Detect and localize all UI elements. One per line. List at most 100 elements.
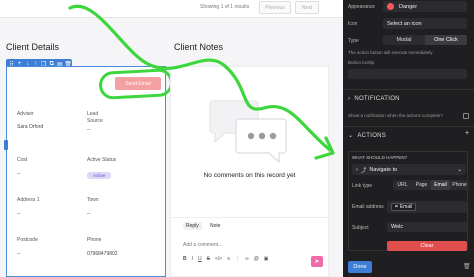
actions-section-header[interactable]: ⌄ ACTIONS: [348, 132, 387, 140]
field-label: Adviser: [17, 111, 34, 117]
comment-composer: Reply Note B I U S </> ≡ ⋮ ∞ @ ▣ ➤: [171, 217, 328, 277]
icon-select[interactable]: Select an icon: [383, 18, 467, 29]
tooltip-input[interactable]: [348, 69, 467, 79]
danger-swatch: [387, 3, 394, 10]
list-icon[interactable]: ≡: [227, 256, 230, 262]
previous-button[interactable]: Previous: [259, 1, 291, 14]
mention-icon[interactable]: @: [254, 256, 259, 262]
type-hint: The action button will execute immediate…: [348, 50, 433, 55]
field-label: Address 1: [17, 197, 40, 203]
field-value: --: [17, 211, 21, 217]
type-toggle: Modal One Click: [383, 35, 467, 45]
phone-field: Phone 07968479802: [87, 237, 157, 257]
app-canvas: Showing 1 of 1 results Previous Next Cli…: [0, 0, 343, 277]
ordered-list-icon[interactable]: ⋮: [235, 256, 240, 262]
link-type-toggle: URL Page Email Phone: [393, 180, 469, 190]
client-details-title: Client Details: [6, 42, 60, 52]
notification-header-label: NOTIFICATION: [354, 96, 400, 102]
chevron-down-icon: ⌄: [457, 166, 462, 173]
appearance-label: Appearance: [348, 4, 375, 10]
subject-input[interactable]: Welc: [387, 222, 467, 232]
empty-comments-icon: [209, 100, 287, 163]
field-label: Phone: [87, 237, 102, 243]
link-icon[interactable]: ∞: [245, 256, 249, 262]
field-label: Town: [87, 197, 99, 203]
image-icon[interactable]: ▣: [264, 256, 269, 262]
send-icon[interactable]: ➤: [311, 256, 323, 267]
town-field: Town --: [87, 197, 157, 217]
email-binding-chip[interactable]: ⌗ Email: [391, 203, 417, 211]
email-address-field[interactable]: ⌗ Email: [387, 201, 467, 213]
link-type-email[interactable]: Email: [431, 180, 450, 190]
notification-label: Show a notification when the actions com…: [348, 113, 443, 118]
strike-icon[interactable]: S: [207, 256, 210, 262]
link-type-phone[interactable]: Phone: [450, 180, 469, 190]
what-should-happen-label: WHAT SHOULD HAPPEN?: [352, 155, 408, 160]
chevron-down-icon: ⌄: [348, 133, 354, 139]
type-option-one-click[interactable]: One Click: [425, 35, 467, 45]
clear-button[interactable]: Clear: [387, 241, 467, 251]
cost-field: Cost --: [17, 157, 87, 177]
underline-icon[interactable]: U: [198, 256, 202, 262]
bold-icon[interactable]: B: [183, 256, 187, 262]
type-option-modal[interactable]: Modal: [383, 35, 425, 45]
format-toolbar: B I U S </> ≡ ⋮ ∞ @ ▣: [183, 256, 269, 262]
done-button[interactable]: Done: [348, 261, 372, 273]
send-email-button[interactable]: Send Email: [115, 77, 161, 90]
field-label: Cost: [17, 157, 28, 163]
lead-source-field: Lead Source --: [87, 111, 157, 133]
chevron-right-icon: ›: [348, 96, 351, 102]
status-badge: Active: [87, 172, 112, 179]
link-type-url[interactable]: URL: [393, 180, 412, 190]
code-icon[interactable]: </>: [215, 256, 222, 262]
tooltip-label: Button tooltip: [348, 60, 375, 65]
active-status-field: Active Status Active: [87, 157, 157, 182]
icon-label: Icon: [348, 21, 358, 27]
tab-reply[interactable]: Reply: [183, 222, 202, 230]
chevron-right-icon: ›: [356, 166, 358, 173]
pagination-bar: Showing 1 of 1 results Previous Next: [0, 0, 343, 18]
notification-checkbox[interactable]: [463, 113, 469, 119]
next-button[interactable]: Next: [295, 1, 319, 14]
field-value: 07968479802: [87, 251, 118, 257]
trash-icon[interactable]: 🗑: [463, 263, 471, 270]
add-action-icon[interactable]: +: [465, 130, 469, 137]
action-value: Navigate to: [369, 166, 398, 173]
field-value: --: [87, 127, 91, 133]
divider: [343, 126, 474, 127]
notification-section-header[interactable]: › NOTIFICATION: [348, 96, 400, 102]
email-chip-label: Email: [399, 204, 413, 210]
appearance-select[interactable]: Danger: [383, 1, 467, 12]
link-type-label: Link type: [352, 183, 373, 189]
icon-select-value: Select an icon: [387, 20, 422, 27]
adviser-field: Adviser Sara Orford: [17, 111, 87, 130]
field-label: Postcode: [17, 237, 38, 243]
client-notes-card: No comments on this record yet Reply Not…: [170, 66, 329, 277]
italic-icon[interactable]: I: [192, 256, 193, 262]
navigate-icon: ⤴: [360, 167, 367, 174]
resize-handle[interactable]: [4, 140, 8, 150]
comment-input[interactable]: [183, 240, 303, 250]
email-address-label: Email address: [352, 204, 384, 210]
divider: [343, 89, 474, 90]
client-notes-title: Client Notes: [174, 42, 224, 52]
binding-icon: ⌗: [395, 204, 398, 210]
type-label: Type: [348, 38, 359, 44]
empty-state-text: No comments on this record yet: [203, 172, 296, 179]
field-value: --: [87, 211, 91, 217]
actions-header-label: ACTIONS: [357, 132, 387, 139]
postcode-field: Postcode --: [17, 237, 87, 257]
field-value: --: [17, 251, 21, 257]
action-select[interactable]: › ⤴ Navigate to ⌄: [352, 164, 466, 175]
link-type-page[interactable]: Page: [412, 180, 431, 190]
appearance-value: Danger: [399, 3, 418, 10]
results-count: Showing 1 of 1 results: [200, 4, 250, 10]
field-value: --: [17, 171, 21, 177]
field-value: Sara Orford: [17, 124, 44, 130]
address-field: Address 1 --: [17, 197, 87, 217]
client-details-card[interactable]: Send Email Adviser Sara Orford Lead Sour…: [6, 66, 174, 277]
field-label: Lead Source: [87, 111, 103, 124]
tab-note[interactable]: Note: [207, 222, 224, 230]
subject-label: Subject: [352, 225, 369, 231]
settings-panel: Appearance Danger Icon Select an icon Ty…: [343, 0, 474, 277]
